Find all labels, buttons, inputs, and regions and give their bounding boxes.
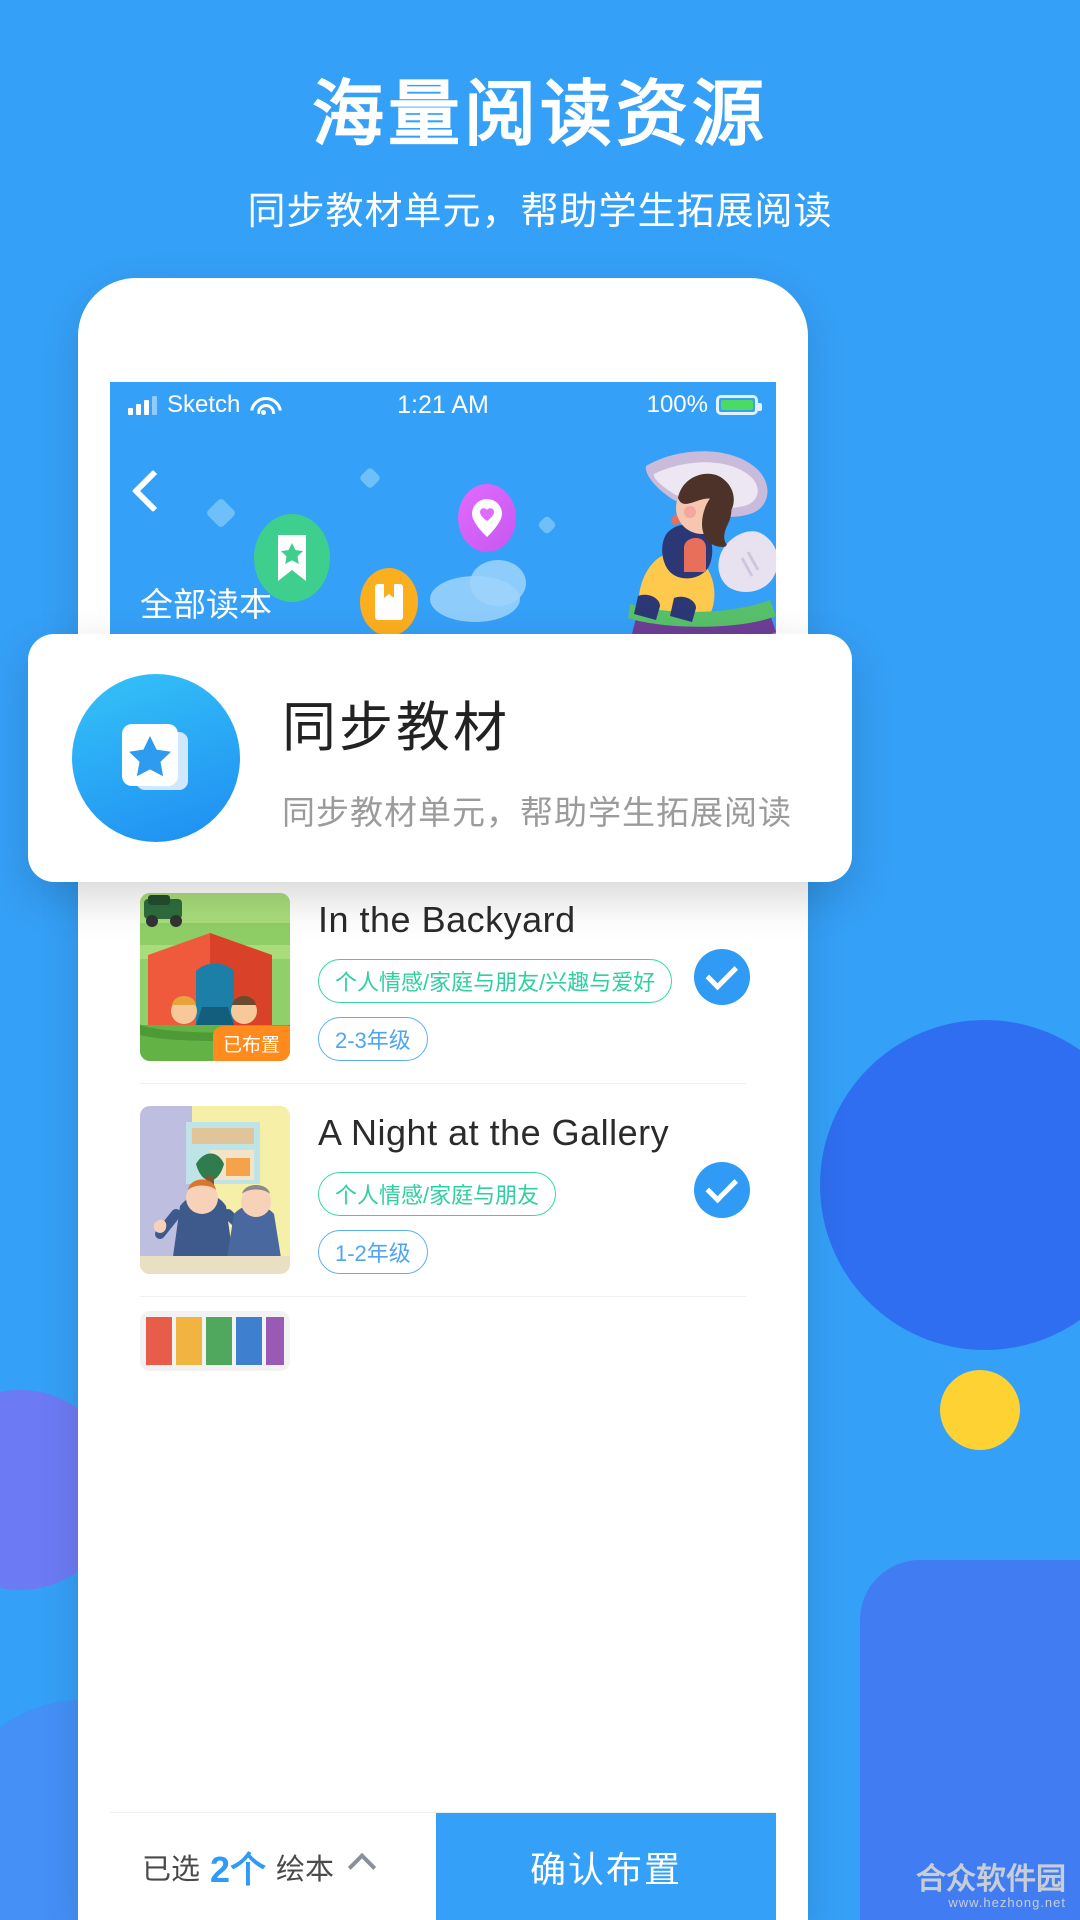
book-tags: 个人情感/家庭与朋友 1-2年级: [318, 1172, 694, 1274]
bottom-action-bar: 已选 2个 绘本 确认布置: [110, 1812, 776, 1920]
deco-circle-yellow: [940, 1370, 1020, 1450]
book-title: A Night at the Gallery: [318, 1112, 670, 1153]
grade-tag: 1-2年级: [318, 1230, 428, 1274]
battery-full-icon: [716, 395, 762, 415]
status-bar-right: 100%: [646, 391, 762, 419]
book-cover-image: 已布置: [140, 893, 290, 1061]
sync-textbook-star-icon: [72, 674, 240, 842]
table-row[interactable]: [110, 1297, 776, 1393]
watermark: 合众软件园 www.hezhong.net: [916, 1863, 1066, 1910]
book-tags: 个人情感/家庭与朋友/兴趣与爱好 2-3年级: [318, 959, 694, 1061]
feature-popup-title: 同步教材: [282, 697, 510, 758]
page-title: 海量阅读资源: [311, 75, 768, 155]
watermark-title: 合众软件园: [916, 1862, 1066, 1896]
table-row[interactable]: 已布置 In the Backyard 个人情感/家庭与朋友/兴趣与爱好 2-3…: [110, 871, 776, 1083]
battery-percent-label: 100%: [646, 391, 708, 418]
select-checkbox[interactable]: [694, 949, 750, 1005]
banner-title: 全部读本: [140, 586, 272, 623]
deco-circle-blue-large: [820, 1020, 1080, 1350]
book-cover-image: [140, 1311, 290, 1371]
book-cover-image: [140, 1106, 290, 1274]
selected-count-label: 2个: [210, 1848, 267, 1890]
grade-tag: 2-3年级: [318, 1017, 428, 1061]
selected-suffix-label: 绘本: [276, 1853, 335, 1886]
topic-tag: 个人情感/家庭与朋友: [318, 1172, 557, 1216]
feature-popup-card: 同步教材 同步教材单元，帮助学生拓展阅读: [28, 634, 852, 882]
back-chevron-icon[interactable]: [131, 469, 175, 513]
deco-diamond-icon: [358, 466, 382, 490]
book-icon: [360, 568, 418, 636]
reading-girl-illustration: [628, 451, 776, 648]
book-title: In the Backyard: [318, 899, 576, 940]
table-row[interactable]: A Night at the Gallery 个人情感/家庭与朋友 1-2年级: [110, 1084, 776, 1296]
hero-text-block: 海量阅读资源 同步教材单元，帮助学生拓展阅读: [0, 0, 1080, 235]
book-info: A Night at the Gallery 个人情感/家庭与朋友 1-2年级: [290, 1106, 694, 1274]
phone-mockup: Sketch 1:21 AM 100% 全部读本 已布置 In the Back…: [78, 278, 808, 1920]
feature-popup-subtitle: 同步教材单元，帮助学生拓展阅读: [282, 793, 792, 831]
selected-prefix-label: 已选: [142, 1853, 201, 1886]
selection-summary[interactable]: 已选 2个 绘本: [110, 1813, 436, 1920]
confirm-assign-button[interactable]: 确认布置: [436, 1813, 776, 1920]
heart-pin-icon: [458, 484, 516, 552]
watermark-url: www.hezhong.net: [948, 1894, 1066, 1910]
chevron-up-icon[interactable]: [347, 1852, 377, 1881]
page-subtitle: 同步教材单元，帮助学生拓展阅读: [247, 191, 833, 234]
topic-tag: 个人情感/家庭与朋友/兴趣与爱好: [318, 959, 673, 1003]
assigned-badge: 已布置: [212, 1026, 290, 1061]
book-info: In the Backyard 个人情感/家庭与朋友/兴趣与爱好 2-3年级: [290, 893, 694, 1061]
phone-screen: Sketch 1:21 AM 100% 全部读本 已布置 In the Back…: [110, 382, 776, 1920]
select-checkbox[interactable]: [694, 1162, 750, 1218]
banner-header: 全部读本 涵盖新课标话题，开阔学生阅读视野: [110, 428, 776, 658]
cloud-shape: [470, 560, 526, 606]
status-bar: Sketch 1:21 AM 100%: [110, 382, 776, 428]
deco-diamond-icon: [205, 497, 237, 529]
feature-popup-text: 同步教材 同步教材单元，帮助学生拓展阅读: [240, 683, 792, 834]
